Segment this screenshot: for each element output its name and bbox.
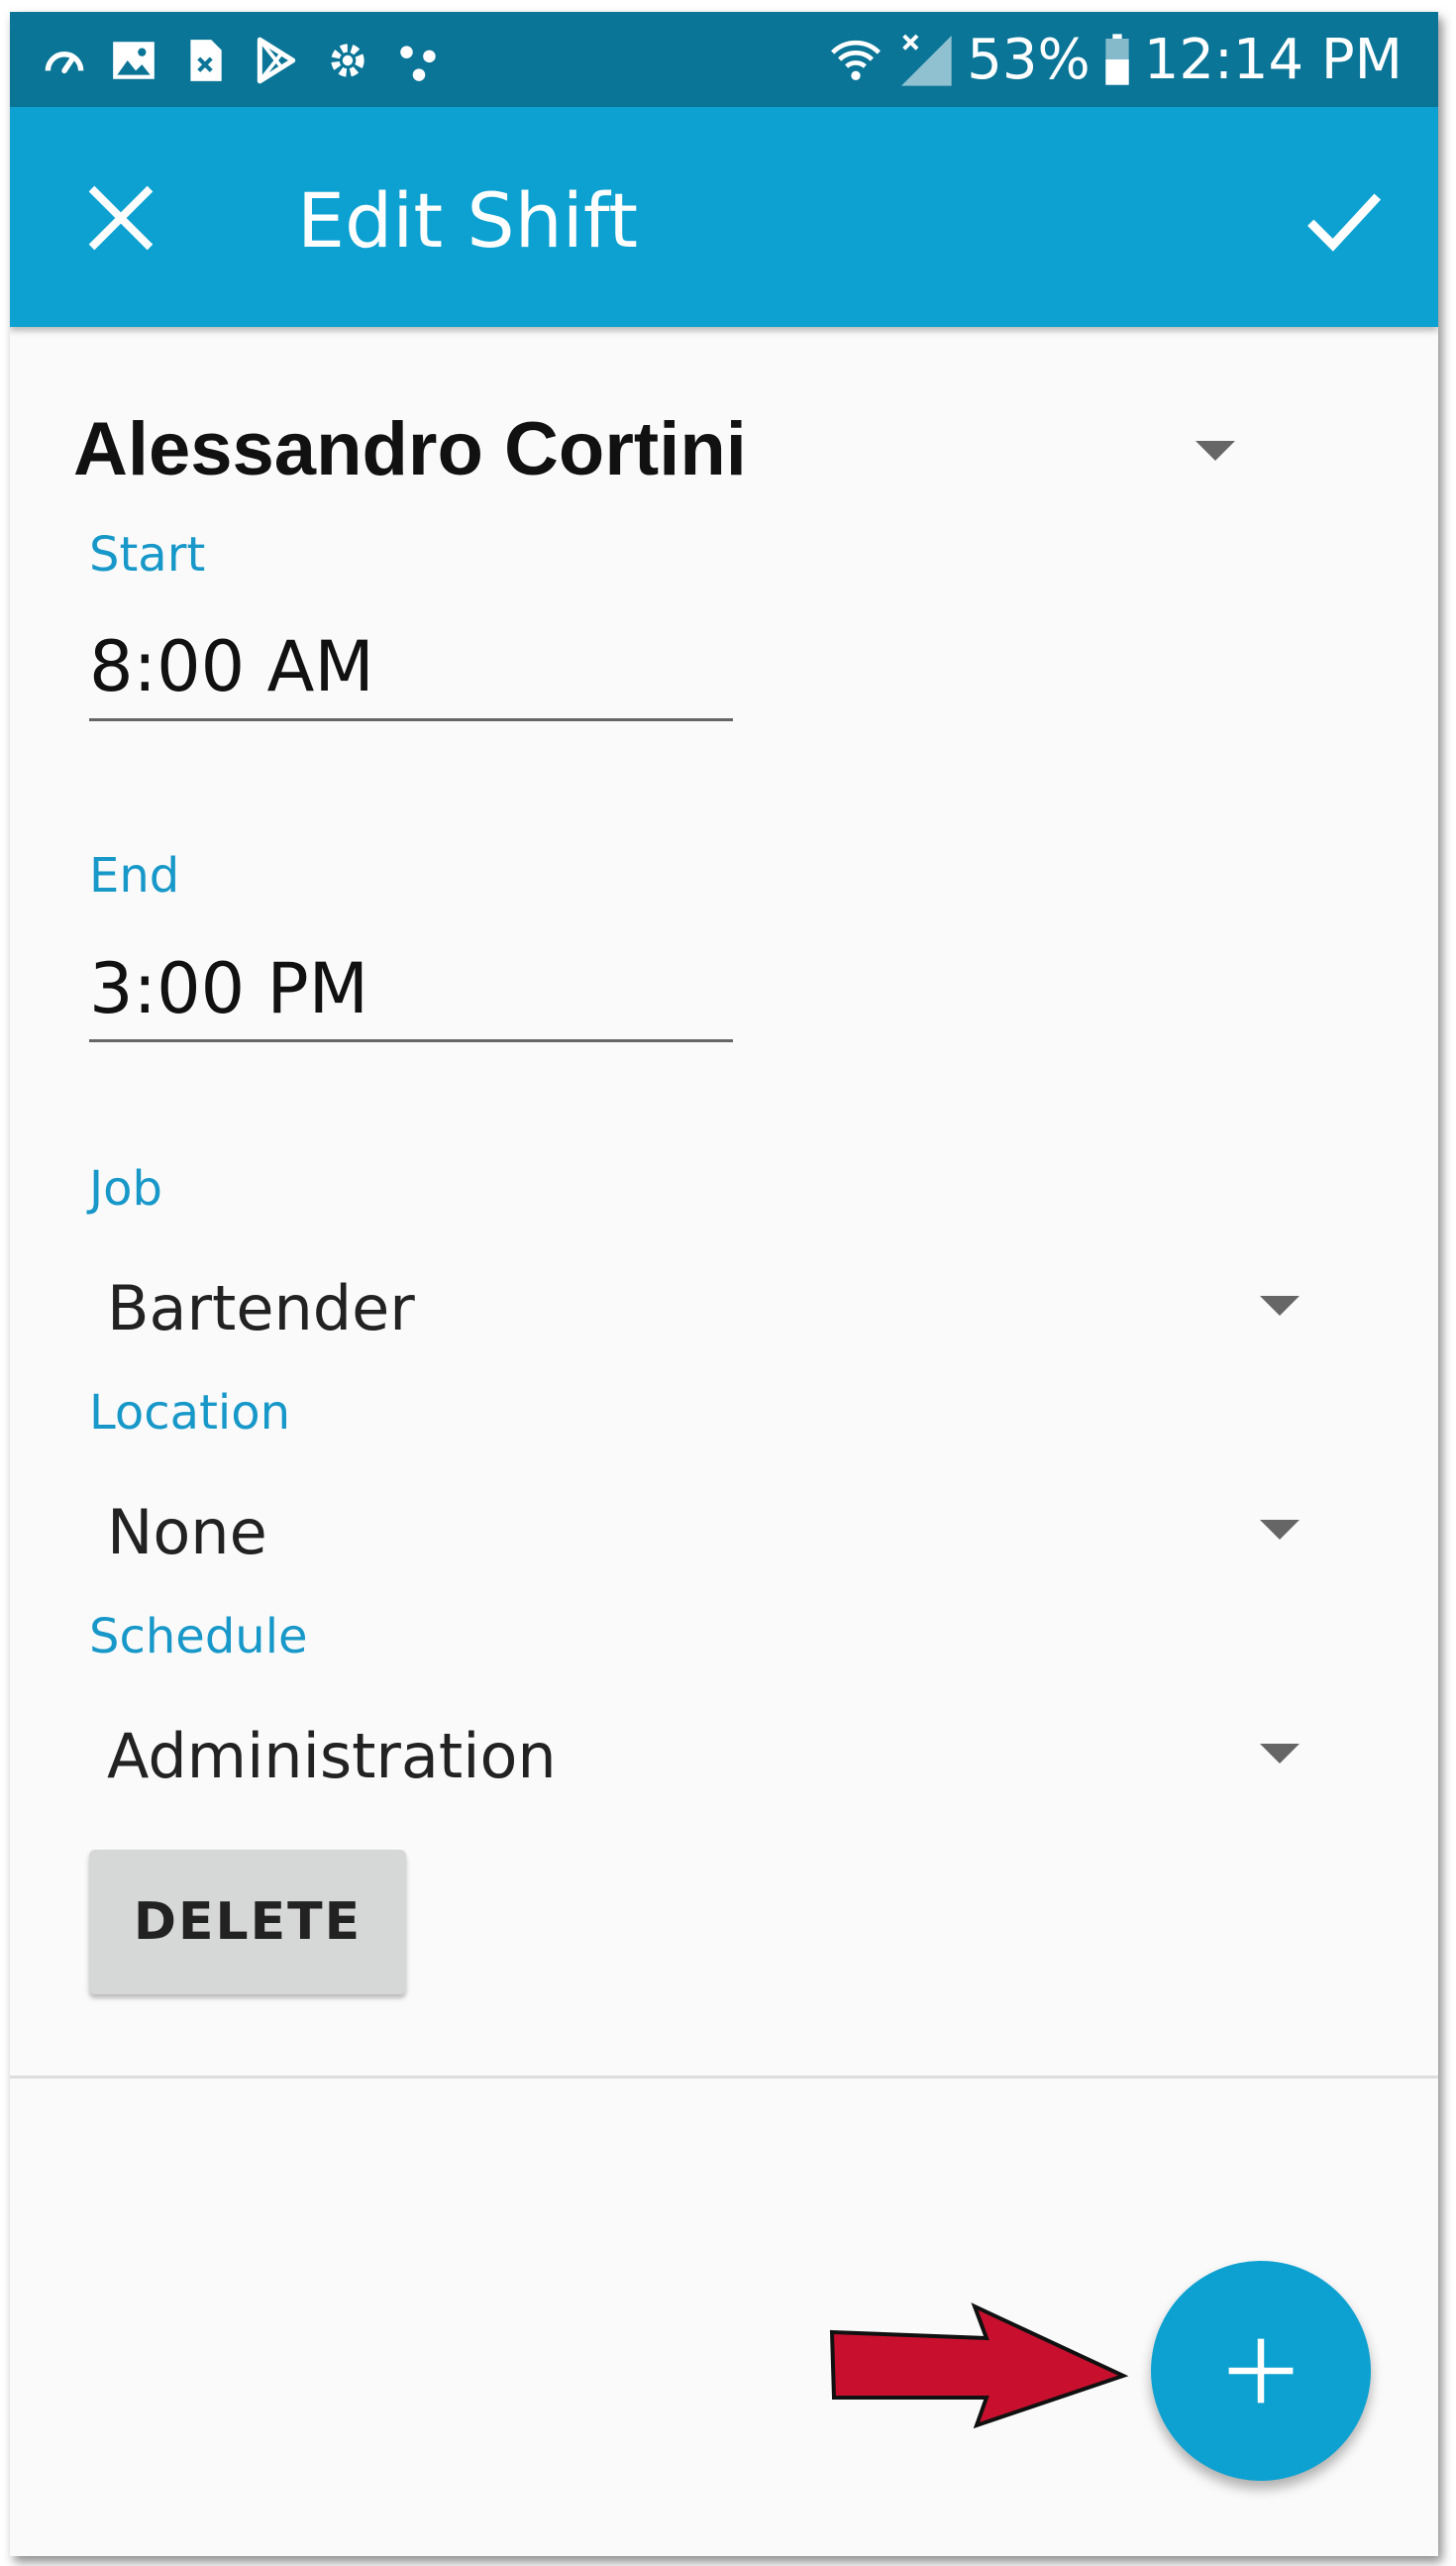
signal-icon xyxy=(901,34,952,86)
file-icon xyxy=(190,40,222,81)
chevron-down-icon[interactable] xyxy=(1260,1296,1300,1316)
location-select[interactable]: None xyxy=(107,1496,267,1568)
start-underline xyxy=(89,718,733,721)
page-title: Edit Shift xyxy=(297,176,639,265)
check-icon[interactable] xyxy=(1300,174,1389,264)
add-button[interactable] xyxy=(1151,2261,1371,2481)
divider xyxy=(10,2076,1438,2079)
phone-screen: 53% 12:14 PM Edit Shift Alessandro Corti… xyxy=(10,12,1438,2556)
close-icon[interactable] xyxy=(81,178,160,258)
red-arrow-icon xyxy=(829,2302,1129,2429)
schedule-select[interactable]: Administration xyxy=(107,1720,557,1792)
job-select[interactable]: Bartender xyxy=(107,1272,415,1344)
speedometer-icon xyxy=(45,52,84,74)
schedule-label: Schedule xyxy=(89,1609,308,1664)
start-label: Start xyxy=(89,527,206,583)
employee-select[interactable]: Alessandro Cortini xyxy=(73,406,747,492)
end-label: End xyxy=(89,848,180,904)
location-label: Location xyxy=(89,1385,291,1441)
battery-percent: 53% xyxy=(967,27,1091,92)
puzzle-gear-icon xyxy=(331,44,364,77)
dots-icon xyxy=(400,46,436,81)
chevron-down-icon[interactable] xyxy=(1260,1744,1300,1764)
clock: 12:14 PM xyxy=(1143,27,1403,92)
battery-icon xyxy=(1105,34,1129,85)
plus-icon xyxy=(1228,2338,1294,2404)
play-store-icon xyxy=(257,37,296,84)
end-underline xyxy=(89,1039,733,1042)
wifi-icon xyxy=(831,40,882,80)
chevron-down-icon[interactable] xyxy=(1260,1520,1300,1540)
app-bar: Edit Shift xyxy=(10,107,1438,327)
status-bar: 53% 12:14 PM xyxy=(10,12,1438,107)
job-label: Job xyxy=(89,1161,162,1217)
start-time-field[interactable]: 8:00 AM xyxy=(89,626,374,707)
end-time-field[interactable]: 3:00 PM xyxy=(89,948,368,1029)
image-icon xyxy=(113,42,155,79)
delete-button[interactable]: DELETE xyxy=(89,1850,406,1994)
status-right: 53% 12:14 PM xyxy=(828,12,1403,107)
chevron-down-icon[interactable] xyxy=(1196,441,1235,461)
